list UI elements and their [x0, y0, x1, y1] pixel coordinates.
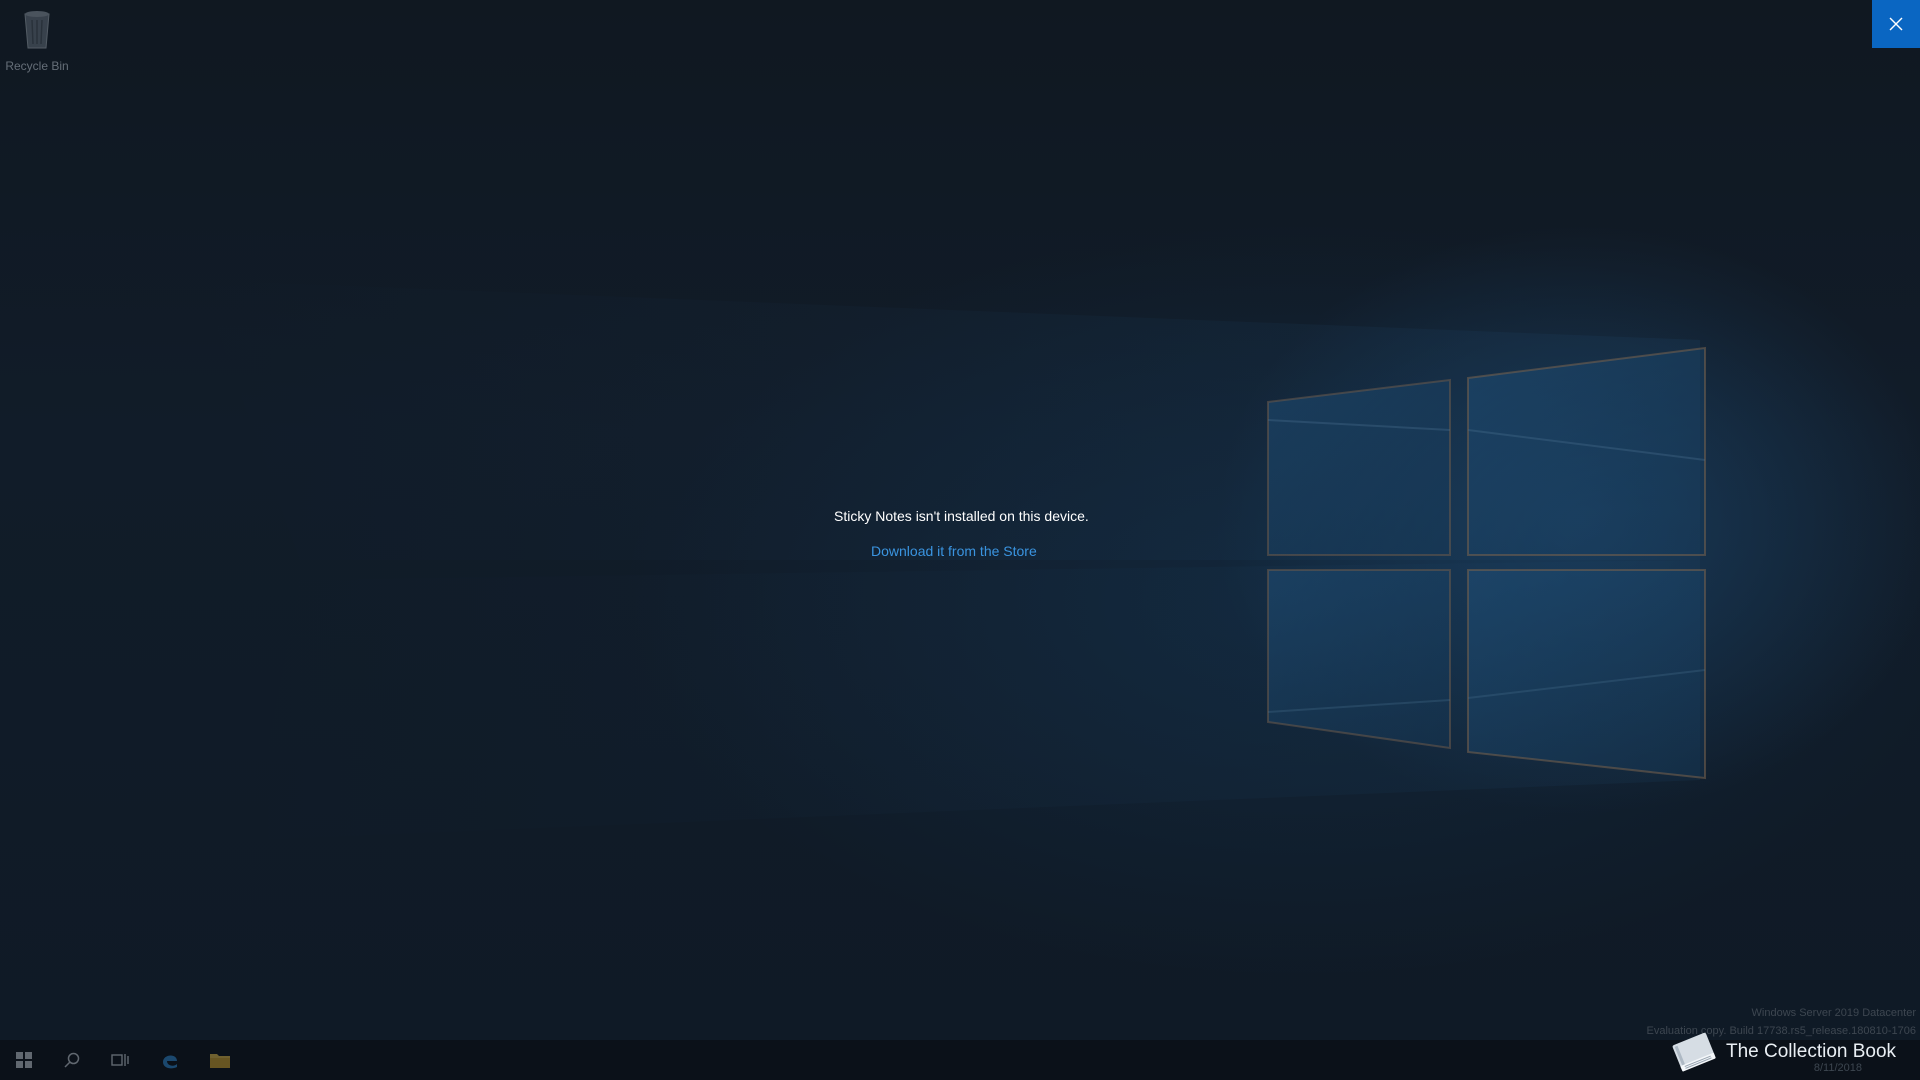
file-explorer-icon — [210, 1054, 230, 1068]
close-icon — [1889, 17, 1903, 31]
brand-text: The Collection Book — [1726, 1041, 1897, 1062]
search-button[interactable] — [48, 1040, 96, 1080]
watermark-edition: Windows Server 2019 Datacenter — [1751, 1007, 1916, 1019]
edge-button[interactable] — [146, 1040, 194, 1080]
store-download-link[interactable]: Download it from the Store — [871, 543, 1037, 559]
close-button[interactable] — [1872, 0, 1920, 48]
desktop-icon-label: Recycle Bin — [5, 59, 69, 73]
taskbar: 8/11/2018 — [0, 1040, 1920, 1080]
recycle-bin-icon — [24, 11, 50, 49]
task-view-icon — [111, 1054, 129, 1066]
search-icon — [64, 1052, 80, 1068]
brand-watermark: The Collection Book — [1668, 1026, 1896, 1078]
message-text: Sticky Notes isn't installed on this dev… — [834, 508, 1089, 524]
book-icon — [1672, 1032, 1716, 1072]
edge-icon — [163, 1055, 177, 1069]
file-explorer-button[interactable] — [196, 1040, 244, 1080]
desktop-icon-recycle-bin[interactable]: Recycle Bin — [4, 6, 70, 73]
start-button[interactable] — [0, 1040, 48, 1080]
start-icon — [16, 1052, 32, 1068]
task-view-button[interactable] — [96, 1040, 144, 1080]
desktop-screen: Recycle Bin Sticky Notes isn't installed… — [0, 0, 1920, 1080]
wallpaper — [200, 280, 1706, 840]
